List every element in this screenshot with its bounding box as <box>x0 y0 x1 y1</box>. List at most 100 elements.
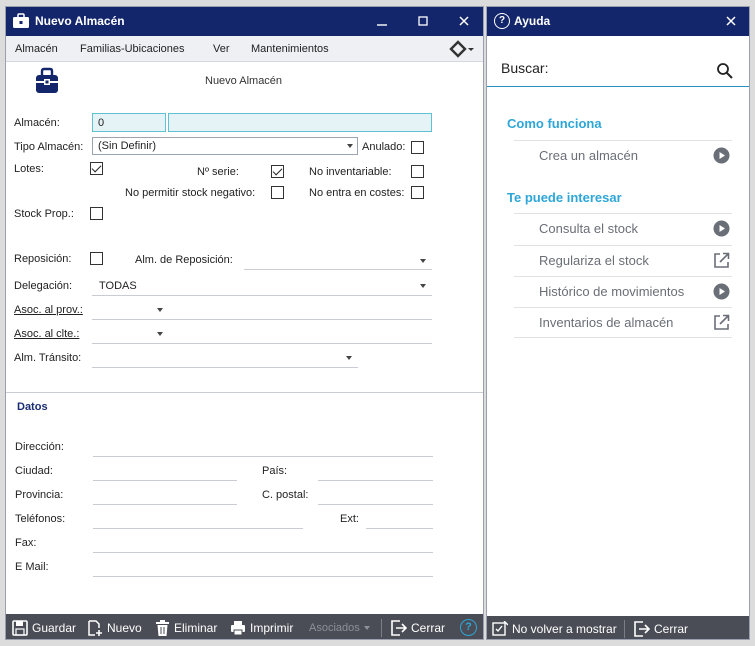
question-icon: ? <box>494 13 510 29</box>
no-inventariable-checkbox[interactable] <box>411 165 424 178</box>
imprimir-button[interactable]: Imprimir <box>230 614 294 639</box>
help-item-historico-movimientos[interactable]: Histórico de movimientos <box>514 276 732 307</box>
menu-bar: Almacén Familias-Ubicaciones Ver Manteni… <box>6 36 483 62</box>
no-entra-costes-label: No entra en costes: <box>309 187 405 199</box>
lotes-checkbox[interactable] <box>90 162 103 175</box>
cpostal-input[interactable] <box>318 504 433 505</box>
telefonos-input[interactable] <box>93 528 303 529</box>
direccion-input[interactable] <box>93 456 433 457</box>
cerrar-label: Cerrar <box>411 620 446 635</box>
briefcase-icon <box>13 13 29 28</box>
minimize-button[interactable] <box>362 7 402 36</box>
warehouse-bag-icon <box>36 67 58 93</box>
eliminar-button[interactable]: Eliminar <box>155 614 217 639</box>
asoc-prov-field[interactable] <box>92 319 432 320</box>
delegacion-select[interactable] <box>92 295 432 296</box>
search-icon[interactable] <box>716 62 734 80</box>
asoc-prov-link[interactable]: Asoc. al prov.: <box>14 304 83 316</box>
imprimir-label: Imprimir <box>250 620 294 635</box>
delegacion-value[interactable]: TODAS <box>99 280 137 292</box>
play-icon <box>713 220 730 237</box>
pais-input[interactable] <box>318 480 433 481</box>
search-input-underline <box>487 86 749 87</box>
guardar-button[interactable]: Guardar <box>12 614 76 639</box>
menu-familias-ubicaciones[interactable]: Familias-Ubicaciones <box>80 43 185 55</box>
chevron-down-icon[interactable] <box>420 284 426 288</box>
close-icon <box>726 16 736 26</box>
play-icon <box>713 147 730 164</box>
close-icon <box>459 16 469 26</box>
ext-input[interactable] <box>366 528 433 529</box>
ayuda-panel: ? Ayuda Buscar: Como funciona Crea un al… <box>486 6 750 640</box>
section-como-funciona: Como funciona <box>507 116 602 131</box>
nserie-label: Nº serie: <box>197 166 239 178</box>
maximize-icon <box>418 16 428 26</box>
almacen-name-input[interactable] <box>168 113 432 132</box>
menu-almacen[interactable]: Almacén <box>15 43 58 55</box>
form-title: Nuevo Almacén <box>205 75 283 87</box>
no-entra-costes-checkbox[interactable] <box>411 186 424 199</box>
nuevo-button[interactable]: Nuevo <box>87 614 142 639</box>
search-label[interactable]: Buscar: <box>501 60 548 76</box>
chevron-down-icon[interactable] <box>157 308 163 312</box>
lotes-label: Lotes: <box>14 163 44 175</box>
direccion-label: Dirección: <box>15 441 64 453</box>
exit-icon <box>391 619 407 636</box>
menu-ver[interactable]: Ver <box>213 43 230 55</box>
help-icon[interactable]: ? <box>460 619 477 636</box>
chevron-down-icon <box>363 625 370 630</box>
maximize-button[interactable] <box>403 7 443 36</box>
fax-label: Fax: <box>15 537 37 549</box>
ayuda-close-button[interactable] <box>711 7 749 36</box>
minimize-icon <box>377 24 387 26</box>
more-options-icon[interactable] <box>449 40 475 58</box>
tipo-almacen-select[interactable]: (Sin Definir) <box>92 137 358 155</box>
new-document-icon <box>88 619 102 636</box>
tipo-almacen-label: Tipo Almacén: <box>14 141 84 153</box>
no-stock-negativo-checkbox[interactable] <box>271 186 284 199</box>
help-item-regulariza-stock[interactable]: Regulariza el stock <box>514 245 732 276</box>
asoc-clte-field[interactable] <box>92 343 432 344</box>
help-item-label: Histórico de movimientos <box>539 284 685 299</box>
datos-title: Datos <box>17 401 48 413</box>
stock-prop-checkbox[interactable] <box>90 207 103 220</box>
help-item-label: Consulta el stock <box>539 221 638 236</box>
close-button[interactable] <box>444 7 483 36</box>
asociados-button[interactable]: Asociados <box>309 614 370 639</box>
reposicion-checkbox[interactable] <box>90 252 103 265</box>
alm-reposicion-select[interactable] <box>244 269 432 270</box>
anulado-checkbox[interactable] <box>411 141 424 154</box>
alm-reposicion-label: Alm. de Reposición: <box>135 254 233 266</box>
no-volver-label: No volver a mostrar <box>512 621 617 636</box>
ayuda-cerrar-button[interactable]: Cerrar <box>634 616 688 639</box>
help-item-inventarios[interactable]: Inventarios de almacén <box>514 307 732 338</box>
no-volver-button[interactable]: No volver a mostrar <box>492 616 617 639</box>
stock-prop-label: Stock Prop.: <box>14 208 74 220</box>
external-link-icon <box>714 252 730 268</box>
menu-mantenimientos[interactable]: Mantenimientos <box>251 43 329 55</box>
chevron-down-icon[interactable] <box>420 259 426 263</box>
cerrar-button[interactable]: Cerrar <box>391 614 446 639</box>
tipo-almacen-value: (Sin Definir) <box>98 140 157 152</box>
nuevo-almacen-window: Nuevo Almacén Almacén Familias-Ubicacion… <box>5 6 484 640</box>
help-item-consulta-stock[interactable]: Consulta el stock <box>514 213 732 244</box>
email-input[interactable] <box>93 576 433 577</box>
provincia-input[interactable] <box>93 504 237 505</box>
alm-transito-label: Alm. Tránsito: <box>14 352 82 364</box>
nserie-checkbox[interactable] <box>271 165 284 178</box>
section-divider <box>6 392 483 393</box>
title-bar: Nuevo Almacén <box>6 7 483 36</box>
help-item-crea-almacen[interactable]: Crea un almacén <box>514 140 732 171</box>
almacen-code-input[interactable]: 0 <box>92 113 166 132</box>
email-label: E Mail: <box>15 561 49 573</box>
pais-label: País: <box>262 465 288 477</box>
alm-transito-select[interactable] <box>92 367 358 368</box>
provincia-label: Provincia: <box>15 489 64 501</box>
fax-input[interactable] <box>93 552 433 553</box>
ciudad-input[interactable] <box>93 480 237 481</box>
help-item-label: Crea un almacén <box>539 148 638 163</box>
help-item-label: Inventarios de almacén <box>539 315 674 330</box>
asoc-clte-link[interactable]: Asoc. al clte.: <box>14 328 79 340</box>
chevron-down-icon[interactable] <box>157 332 163 336</box>
chevron-down-icon[interactable] <box>346 356 352 360</box>
